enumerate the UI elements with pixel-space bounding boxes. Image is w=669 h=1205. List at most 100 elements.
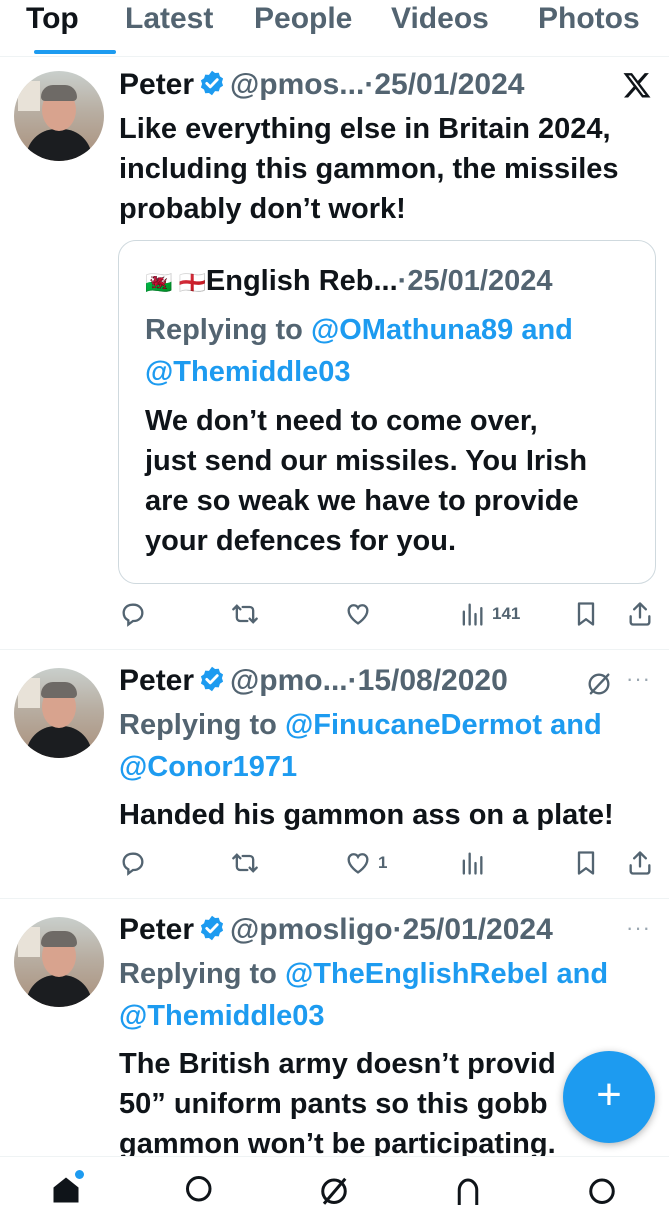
plus-icon: + [596,1070,622,1119]
bottom-navigation [0,1156,669,1205]
replying-to-label: Replying to [119,958,285,990]
views-icon [462,852,483,875]
verified-badge-icon [200,70,224,96]
tweet-text-line: Like everything else in Britain 2024, [119,113,611,145]
tab-videos[interactable]: Videos [391,2,489,36]
tweet-text-line: just send our missiles. You Irish [145,445,588,477]
grok-icon[interactable] [318,1175,350,1205]
quoted-tweet-text: We don’t need to come over, just send ou… [145,401,587,561]
tweet-date[interactable]: 15/08/2020 [358,664,508,697]
author-handle[interactable]: @pmo... [230,664,348,697]
tab-top[interactable]: Top [26,2,79,36]
tab-people[interactable]: People [254,2,352,36]
search-tabs: Top Latest People Videos Photos [0,0,669,57]
verified-badge-icon [200,666,224,692]
notifications-bell-icon[interactable] [452,1175,484,1205]
heart-icon [347,604,369,625]
mention-link[interactable]: @Themiddle03 [119,1000,325,1032]
reply-button[interactable] [119,845,147,881]
verified-badge-icon [200,915,224,941]
tweet-actions: 1 [0,845,669,881]
reply-button[interactable] [119,596,147,632]
retweet-icon [232,604,258,624]
tab-latest[interactable]: Latest [125,2,213,36]
mention-link[interactable]: @FinucaneDermot [285,709,542,741]
author-name[interactable]: Peter [119,68,194,101]
tweet-text-line: Handed his gammon ass on a plate! [119,799,614,831]
view-count: 141 [492,604,521,623]
search-icon[interactable] [184,1175,216,1205]
tweet-text-line: probably don’t work! [119,193,406,225]
views-button[interactable]: 141 [458,596,520,632]
separator-dot: · [347,664,358,697]
tweet-text-line: We don’t need to come over, [145,405,538,437]
replying-to: Replying to @FinucaneDermot and @Conor19… [119,704,602,788]
home-icon[interactable] [50,1175,82,1205]
notification-dot [75,1170,84,1179]
retweet-button[interactable] [231,845,259,881]
author-handle[interactable]: @pmos... [230,68,364,101]
tab-photos[interactable]: Photos [538,2,640,36]
author-handle[interactable]: @pmosligo [230,913,393,946]
tweet-header: Peter @pmosligo·25/01/2024 [119,913,553,947]
more-options-icon[interactable]: ··· [626,666,651,692]
tweet-text: Like everything else in Britain 2024, in… [119,109,619,229]
share-button[interactable] [626,596,654,632]
views-icon [462,603,483,626]
mention-link[interactable]: @TheEnglishRebel [285,958,549,990]
bookmark-icon [577,851,595,875]
tweet-header: Peter @pmos...·25/01/2024 [119,68,524,102]
heart-icon [347,853,369,874]
avatar[interactable] [14,668,104,758]
tweet[interactable]: Peter @pmo...·15/08/2020 ··· Replying to … [0,650,669,899]
author-name[interactable]: Peter [119,913,194,946]
separator-dot: · [364,68,375,101]
flag-icons: 🏴󠁧󠁢󠁷󠁬󠁳󠁿 🏴󠁧󠁢󠁥󠁮󠁧󠁿 [145,270,206,295]
tweet-text-line: including this gammon, the missiles [119,153,619,185]
replying-to: Replying to @TheEnglishRebel and @Themid… [119,953,608,1037]
avatar[interactable] [14,917,104,1007]
compose-button[interactable]: + [563,1051,655,1143]
separator-dot: · [397,265,408,297]
replying-to-label: Replying to [145,314,311,346]
separator-dot: · [392,913,403,946]
active-tab-indicator [34,50,116,54]
author-name[interactable]: Peter [119,664,194,697]
reply-icon [122,603,144,627]
views-button[interactable] [458,845,486,881]
share-button[interactable] [626,845,654,881]
tweet-text-line: your defences for you. [145,525,457,557]
replying-to-label: Replying to [119,709,285,741]
x-logo-icon [623,73,651,98]
quoted-author-name[interactable]: English Reb... [206,265,398,297]
like-button[interactable]: 1 [344,845,387,881]
mention-and: and [513,314,573,346]
mention-link[interactable]: @OMathuna89 [311,314,513,346]
quoted-tweet-date: 25/01/2024 [407,265,553,297]
tweet-text-line: are so weak we have to provide [145,485,579,517]
bookmark-icon [577,602,595,626]
share-icon [629,602,651,626]
bookmark-button[interactable] [572,596,600,632]
bookmark-button[interactable] [572,845,600,881]
tweet-header: Peter @pmo...·15/08/2020 [119,664,508,698]
tweet-text: Handed his gammon ass on a plate! [119,795,614,835]
tweet[interactable]: Peter @pmos...·25/01/2024 Like everything… [0,57,669,650]
like-count: 1 [378,853,388,872]
tweet-date[interactable]: 25/01/2024 [374,68,524,101]
quoted-tweet[interactable]: 🏴󠁧󠁢󠁷󠁬󠁳󠁿 🏴󠁧󠁢󠁥󠁮󠁧󠁿English Reb...·25/01/2024… [118,240,656,584]
avatar[interactable] [14,71,104,161]
messages-icon[interactable] [586,1175,618,1205]
share-icon [629,851,651,875]
mention-link[interactable]: @Themiddle03 [145,356,351,388]
mention-and: and [548,958,609,990]
retweet-button[interactable] [231,596,259,632]
tweet-date[interactable]: 25/01/2024 [403,913,553,946]
tweet-actions: 141 [0,596,669,632]
mention-and: and [542,709,602,741]
more-options-icon[interactable]: ··· [626,915,651,941]
grok-icon[interactable] [585,670,613,698]
replying-to: Replying to @OMathuna89 and @Themiddle03 [145,309,573,393]
mention-link[interactable]: @Conor1971 [119,751,297,783]
like-button[interactable] [344,596,372,632]
